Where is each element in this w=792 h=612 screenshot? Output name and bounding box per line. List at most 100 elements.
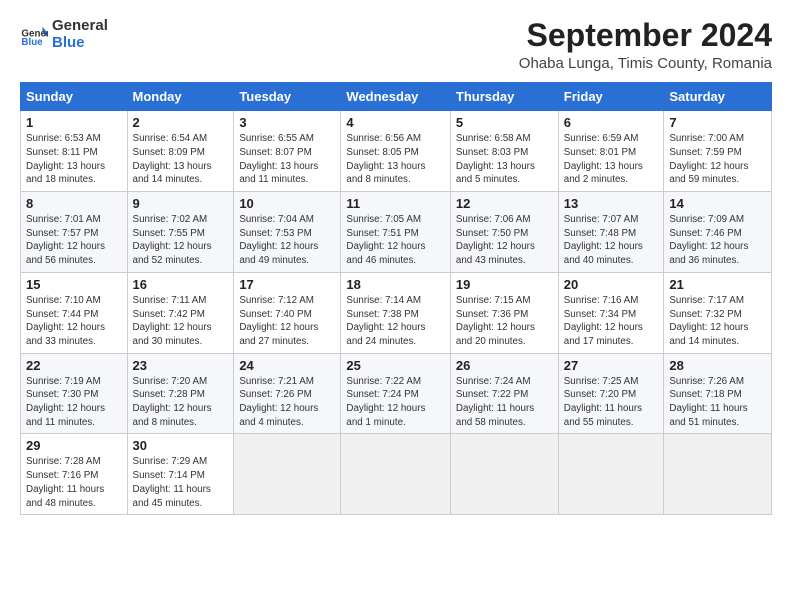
day-info: Sunrise: 7:17 AMSunset: 7:32 PMDaylight:… — [669, 294, 766, 349]
day-info: Sunrise: 7:15 AMSunset: 7:36 PMDaylight:… — [456, 294, 553, 349]
day-info: Sunrise: 7:02 AMSunset: 7:55 PMDaylight:… — [133, 213, 229, 268]
month-title: September 2024 — [519, 18, 772, 53]
day-number: 27 — [564, 358, 659, 373]
day-info: Sunrise: 7:12 AMSunset: 7:40 PMDaylight:… — [239, 294, 335, 349]
calendar-cell: 12 Sunrise: 7:06 AMSunset: 7:50 PMDayligh… — [450, 192, 558, 273]
calendar-cell: 25Sunrise: 7:22 AMSunset: 7:24 PMDayligh… — [341, 353, 450, 434]
day-number: 8 — [26, 196, 122, 211]
calendar-cell: 28Sunrise: 7:26 AMSunset: 7:18 PMDayligh… — [664, 353, 772, 434]
day-number: 16 — [133, 277, 229, 292]
day-number: 7 — [669, 115, 766, 130]
calendar-cell: 3 Sunrise: 6:55 AMSunset: 8:07 PMDaylight… — [234, 111, 341, 192]
calendar-cell: 22 Sunrise: 7:19 AMSunset: 7:30 PMDayligh… — [21, 353, 128, 434]
day-info: Sunrise: 7:06 AMSunset: 7:50 PMDaylight:… — [456, 213, 553, 268]
calendar-cell — [664, 434, 772, 515]
calendar-cell: 18Sunrise: 7:14 AMSunset: 7:38 PMDayligh… — [341, 272, 450, 353]
calendar-row: 1Sunrise: 6:53 AMSunset: 8:11 PMDaylight… — [21, 111, 772, 192]
calendar-cell: 30 Sunrise: 7:29 AMSunset: 7:14 PMDayligh… — [127, 434, 234, 515]
day-info: Sunrise: 7:20 AMSunset: 7:28 PMDaylight:… — [133, 375, 229, 430]
calendar-cell — [341, 434, 450, 515]
calendar-cell: 26 Sunrise: 7:24 AMSunset: 7:22 PMDayligh… — [450, 353, 558, 434]
calendar-cell: 24Sunrise: 7:21 AMSunset: 7:26 PMDayligh… — [234, 353, 341, 434]
day-number: 22 — [26, 358, 122, 373]
day-number: 10 — [239, 196, 335, 211]
day-number: 20 — [564, 277, 659, 292]
col-header-wednesday: Wednesday — [341, 83, 450, 111]
calendar-cell: 29 Sunrise: 7:28 AMSunset: 7:16 PMDayligh… — [21, 434, 128, 515]
calendar-row: 29 Sunrise: 7:28 AMSunset: 7:16 PMDayligh… — [21, 434, 772, 515]
calendar-cell: 4 Sunrise: 6:56 AMSunset: 8:05 PMDaylight… — [341, 111, 450, 192]
day-info: Sunrise: 6:56 AMSunset: 8:05 PMDaylight:… — [346, 132, 444, 187]
day-number: 26 — [456, 358, 553, 373]
calendar-row: 15 Sunrise: 7:10 AMSunset: 7:44 PMDayligh… — [21, 272, 772, 353]
calendar-cell: 27 Sunrise: 7:25 AMSunset: 7:20 PMDayligh… — [558, 353, 664, 434]
logo-blue-text: Blue — [52, 35, 108, 52]
col-header-thursday: Thursday — [450, 83, 558, 111]
day-info: Sunrise: 7:16 AMSunset: 7:34 PMDaylight:… — [564, 294, 659, 349]
calendar-cell: 10 Sunrise: 7:04 AMSunset: 7:53 PMDayligh… — [234, 192, 341, 273]
col-header-monday: Monday — [127, 83, 234, 111]
calendar-cell: 6 Sunrise: 6:59 AMSunset: 8:01 PMDaylight… — [558, 111, 664, 192]
day-info: Sunrise: 6:55 AMSunset: 8:07 PMDaylight:… — [239, 132, 335, 187]
day-number: 11 — [346, 196, 444, 211]
day-info: Sunrise: 7:14 AMSunset: 7:38 PMDaylight:… — [346, 294, 444, 349]
day-info: Sunrise: 7:00 AMSunset: 7:59 PMDaylight:… — [669, 132, 766, 187]
col-header-sunday: Sunday — [21, 83, 128, 111]
calendar-cell: 9Sunrise: 7:02 AMSunset: 7:55 PMDaylight… — [127, 192, 234, 273]
day-info: Sunrise: 7:22 AMSunset: 7:24 PMDaylight:… — [346, 375, 444, 430]
calendar-cell: 1Sunrise: 6:53 AMSunset: 8:11 PMDaylight… — [21, 111, 128, 192]
day-info: Sunrise: 7:09 AMSunset: 7:46 PMDaylight:… — [669, 213, 766, 268]
calendar-cell: 23 Sunrise: 7:20 AMSunset: 7:28 PMDayligh… — [127, 353, 234, 434]
day-info: Sunrise: 7:05 AMSunset: 7:51 PMDaylight:… — [346, 213, 444, 268]
day-number: 5 — [456, 115, 553, 130]
day-info: Sunrise: 7:21 AMSunset: 7:26 PMDaylight:… — [239, 375, 335, 430]
day-info: Sunrise: 7:25 AMSunset: 7:20 PMDaylight:… — [564, 375, 659, 430]
calendar-header-row: SundayMondayTuesdayWednesdayThursdayFrid… — [21, 83, 772, 111]
day-info: Sunrise: 7:10 AMSunset: 7:44 PMDaylight:… — [26, 294, 122, 349]
calendar-cell: 8 Sunrise: 7:01 AMSunset: 7:57 PMDaylight… — [21, 192, 128, 273]
logo-general-text: General — [52, 18, 108, 35]
calendar-row: 22 Sunrise: 7:19 AMSunset: 7:30 PMDayligh… — [21, 353, 772, 434]
day-info: Sunrise: 6:58 AMSunset: 8:03 PMDaylight:… — [456, 132, 553, 187]
day-info: Sunrise: 7:01 AMSunset: 7:57 PMDaylight:… — [26, 213, 122, 268]
day-number: 12 — [456, 196, 553, 211]
calendar-cell: 2Sunrise: 6:54 AMSunset: 8:09 PMDaylight… — [127, 111, 234, 192]
logo-icon: General Blue — [20, 21, 48, 49]
title-area: September 2024 Ohaba Lunga, Timis County… — [519, 18, 772, 72]
day-info: Sunrise: 7:04 AMSunset: 7:53 PMDaylight:… — [239, 213, 335, 268]
calendar-cell: 20 Sunrise: 7:16 AMSunset: 7:34 PMDayligh… — [558, 272, 664, 353]
day-number: 13 — [564, 196, 659, 211]
day-number: 6 — [564, 115, 659, 130]
calendar-cell: 16Sunrise: 7:11 AMSunset: 7:42 PMDayligh… — [127, 272, 234, 353]
calendar-cell — [558, 434, 664, 515]
page-header: General Blue General Blue September 2024… — [20, 18, 772, 72]
calendar-cell: 11 Sunrise: 7:05 AMSunset: 7:51 PMDayligh… — [341, 192, 450, 273]
day-number: 2 — [133, 115, 229, 130]
day-number: 21 — [669, 277, 766, 292]
day-number: 23 — [133, 358, 229, 373]
day-info: Sunrise: 7:07 AMSunset: 7:48 PMDaylight:… — [564, 213, 659, 268]
day-number: 15 — [26, 277, 122, 292]
logo: General Blue General Blue — [20, 18, 108, 51]
col-header-tuesday: Tuesday — [234, 83, 341, 111]
day-info: Sunrise: 6:59 AMSunset: 8:01 PMDaylight:… — [564, 132, 659, 187]
day-number: 3 — [239, 115, 335, 130]
col-header-saturday: Saturday — [664, 83, 772, 111]
day-number: 19 — [456, 277, 553, 292]
calendar-cell: 13 Sunrise: 7:07 AMSunset: 7:48 PMDayligh… — [558, 192, 664, 273]
day-number: 4 — [346, 115, 444, 130]
col-header-friday: Friday — [558, 83, 664, 111]
svg-text:Blue: Blue — [21, 36, 43, 47]
day-info: Sunrise: 7:28 AMSunset: 7:16 PMDaylight:… — [26, 455, 122, 510]
location-title: Ohaba Lunga, Timis County, Romania — [519, 55, 772, 72]
calendar-cell: 7 Sunrise: 7:00 AMSunset: 7:59 PMDaylight… — [664, 111, 772, 192]
calendar-cell: 14 Sunrise: 7:09 AMSunset: 7:46 PMDayligh… — [664, 192, 772, 273]
calendar-cell: 21 Sunrise: 7:17 AMSunset: 7:32 PMDayligh… — [664, 272, 772, 353]
day-number: 29 — [26, 438, 122, 453]
day-number: 30 — [133, 438, 229, 453]
day-number: 14 — [669, 196, 766, 211]
day-info: Sunrise: 7:24 AMSunset: 7:22 PMDaylight:… — [456, 375, 553, 430]
day-info: Sunrise: 7:29 AMSunset: 7:14 PMDaylight:… — [133, 455, 229, 510]
day-info: Sunrise: 7:19 AMSunset: 7:30 PMDaylight:… — [26, 375, 122, 430]
calendar-cell: 5 Sunrise: 6:58 AMSunset: 8:03 PMDaylight… — [450, 111, 558, 192]
